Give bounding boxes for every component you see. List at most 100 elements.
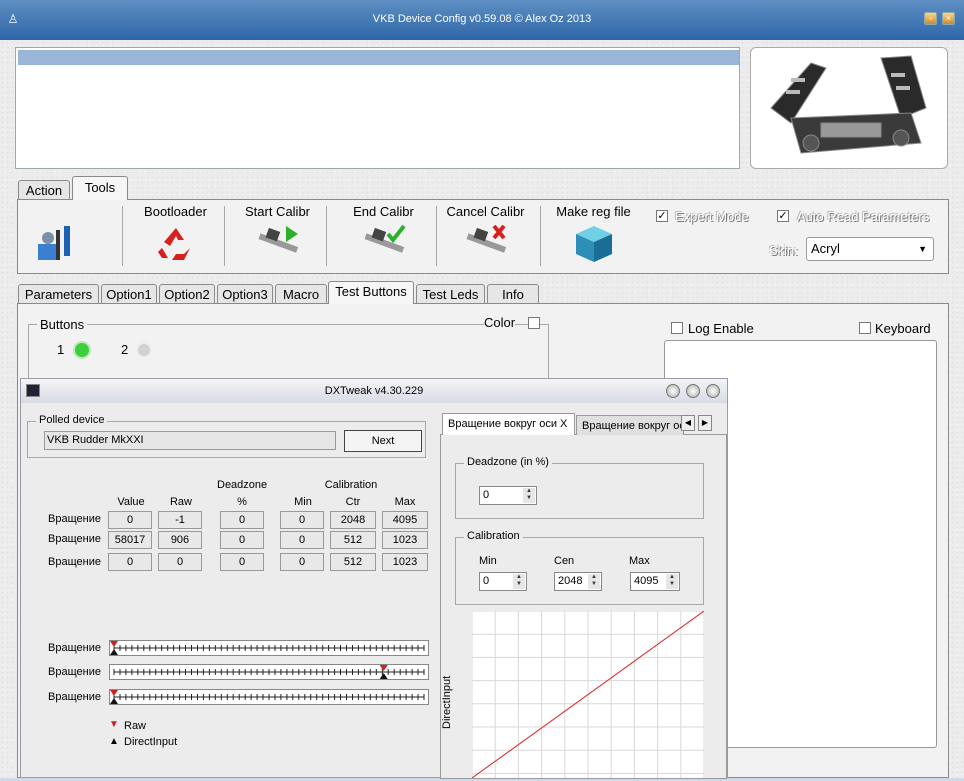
dxtweak-title-bar[interactable]: DXTweak v4.30.229 [21,379,727,403]
bootloader-button[interactable]: Bootloader [128,200,223,273]
deadzone-spinner[interactable]: 0 ▲ ▼ [479,486,537,505]
min-cell: 0 [280,531,324,549]
axis-slider[interactable] [109,664,429,680]
value-header: Value [117,496,145,508]
tab-info[interactable]: Info [487,284,539,305]
skin-label: Skin: [769,243,798,258]
cancel-calibr-button[interactable]: Cancel Calibr [438,200,533,273]
deadzone-cell: 0 [220,511,264,529]
tab-action[interactable]: Action [18,180,70,200]
device-image [750,47,948,169]
tab-macro[interactable]: Macro [275,284,327,305]
axis-row-label: Вращение [48,513,101,525]
axis-row-label: Вращение [48,556,101,568]
make-reg-file-button[interactable]: Make reg file [546,200,641,273]
next-button[interactable]: Next [344,430,422,452]
response-curve-plot [471,610,705,779]
dxt-minimize-button[interactable] [666,384,680,398]
tab-axis-x[interactable]: Вращение вокруг оси X [442,413,575,435]
legend-raw-label: Raw [124,720,147,732]
scroll-left-icon[interactable]: ◀ [681,415,695,431]
skin-select[interactable]: Acryl ▼ [806,237,934,261]
dxt-maximize-button[interactable] [686,384,700,398]
device-list[interactable]: VKB Rudder MkXXI v1.250 : HID-совместимы… [15,47,740,169]
value-cell: 0 [108,553,152,571]
device-row-selected[interactable]: VKB Rudder MkXXI v1.250 : HID-совместимы… [18,50,739,94]
deadzone-cell: 0 [220,531,264,549]
tab-option2[interactable]: Option2 [159,284,215,305]
rudder-pedals-icon [770,55,927,154]
registry-cubes-icon [575,226,612,262]
spinner-arrows-icon[interactable]: ▲ ▼ [513,574,525,589]
tab-test-leds[interactable]: Test Leds [416,284,485,305]
auto-read-checkbox[interactable]: ✓ [777,210,789,222]
deadzone-cell: 0 [220,553,264,571]
raw-cell: 0 [158,553,202,571]
tab-parameters[interactable]: Parameters [18,284,99,305]
device-description: : HID-совместимый игровой контроллер [420,80,680,94]
log-enable-label: Log Enable [688,321,754,336]
tab-option1[interactable]: Option1 [101,284,157,305]
directinput-marker [379,673,388,679]
tools-button[interactable] [24,200,88,273]
max-cell: 4095 [382,511,428,529]
tab-option3[interactable]: Option3 [217,284,273,305]
caliper-check-icon [364,224,406,253]
cal-min-spinner[interactable]: 0 ▲ ▼ [479,572,527,591]
expert-mode-checkbox[interactable]: ✓ [656,210,668,222]
caliper-cancel-icon [466,224,506,253]
tab-test-buttons[interactable]: Test Buttons [328,281,414,304]
calibration-group: Calibration Min Cen Max 0 ▲ ▼ 2048 ▲ ▼ 4095 ▲… [455,530,704,605]
start-calibr-button[interactable]: Start Calibr [230,200,325,273]
scroll-right-icon[interactable]: ▶ [698,415,712,431]
ctr-header: Ctr [345,496,361,508]
slider-label: Вращение [48,666,101,678]
min-cell: 0 [280,553,324,571]
polled-device-title: Polled device [36,414,108,426]
title-bar[interactable]: ♙ VKB Device Config v0.59.08 © Alex Oz 2… [0,0,964,40]
log-enable-checkbox[interactable] [671,322,683,334]
axis-slider[interactable] [109,689,429,705]
raw-header: Raw [169,496,192,508]
auto-read-label: Auto Read Parameters [797,209,930,224]
polled-device-group: Polled device VKB Rudder MkXXI Next [27,414,426,458]
minimize-button[interactable]: ▫ [924,12,937,25]
caliper-play-icon [258,226,298,253]
raw-cell: -1 [158,511,202,529]
window-title: VKB Device Config v0.59.08 © Alex Oz 201… [372,13,592,25]
close-button[interactable]: × [942,12,955,25]
spinner-arrows-icon[interactable]: ▲ ▼ [666,574,678,589]
axis-slider[interactable] [109,640,429,656]
slider-label: Вращение [48,691,101,703]
tab-tools[interactable]: Tools [72,176,128,200]
button-2-indicator [136,342,152,358]
spinner-arrows-icon[interactable]: ▲ ▼ [588,574,600,589]
cal-max-spinner[interactable]: 4095 ▲ ▼ [630,572,680,591]
ctr-cell: 512 [330,531,376,549]
plot-ylabel: DirectInput [441,675,453,729]
calibration-group-title: Calibration [464,530,523,542]
monitor-icon [26,384,40,397]
axis-row-label: Вращение [48,533,101,545]
deadzone-header: Deadzone [217,479,268,491]
expert-mode-label: Expert Mode [675,209,749,224]
ctr-cell: 2048 [330,511,376,529]
skin-value: Acryl [811,241,840,256]
cal-cen-spinner[interactable]: 2048 ▲ ▼ [554,572,602,591]
raw-triangle-icon: ▼ [109,719,119,730]
spinner-arrows-icon[interactable]: ▲ ▼ [523,488,535,503]
keyboard-checkbox[interactable] [859,322,871,334]
end-calibr-button[interactable]: End Calibr [336,200,431,273]
value-cell: 58017 [108,531,152,549]
percent-header: % [237,496,247,508]
tab-axis-2[interactable]: Вращение вокруг оси [576,415,684,435]
raw-cell: 906 [158,531,202,549]
color-checkbox[interactable] [528,317,540,329]
raw-marker [110,641,118,647]
min-header: Min [294,496,312,508]
raw-marker [110,690,118,696]
directinput-marker [110,649,118,655]
directinput-marker [110,698,118,704]
button-1-indicator [73,341,91,359]
dxt-close-button[interactable] [706,384,720,398]
